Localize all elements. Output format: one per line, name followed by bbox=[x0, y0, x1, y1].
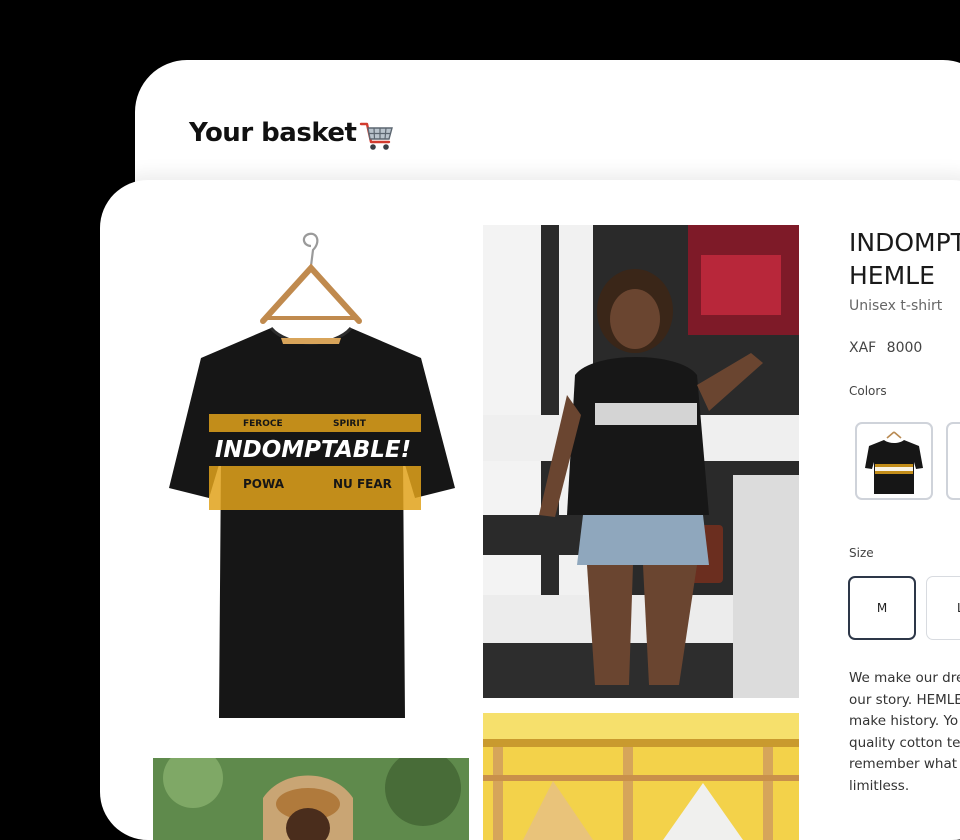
shirt-print-text: INDOMPTABLE! bbox=[215, 437, 411, 463]
product-image-market[interactable] bbox=[483, 713, 799, 840]
svg-text:FEROCE: FEROCE bbox=[243, 419, 283, 429]
svg-text:POWA: POWA bbox=[243, 477, 285, 491]
product-subtitle: Unisex t-shirt bbox=[849, 298, 943, 314]
svg-text:NU FEAR: NU FEAR bbox=[333, 477, 392, 491]
product-image-model[interactable] bbox=[483, 225, 799, 698]
size-label: Size bbox=[849, 546, 874, 560]
color-swatch-black[interactable] bbox=[855, 422, 933, 500]
shopping-cart-icon[interactable] bbox=[359, 118, 395, 154]
product-description: We make our dre our story. HEMLE make hi… bbox=[849, 670, 960, 794]
size-option-l[interactable]: L bbox=[926, 576, 960, 640]
product-card: INDOMPTABLE! POWA NU FEAR FEROCE SPIRIT bbox=[100, 180, 960, 840]
basket-title: Your basket bbox=[189, 118, 357, 148]
size-option-m[interactable]: M bbox=[848, 576, 916, 640]
product-image-outdoor[interactable] bbox=[153, 758, 469, 840]
product-image-hanger[interactable]: INDOMPTABLE! POWA NU FEAR FEROCE SPIRIT bbox=[153, 226, 469, 726]
svg-text:SPIRIT: SPIRIT bbox=[333, 419, 367, 429]
product-title: INDOMPT HEMLE bbox=[849, 228, 960, 290]
product-info-panel: INDOMPT HEMLE Unisex t-shirt XAF 8000 bbox=[849, 226, 960, 356]
product-price: XAF 8000 bbox=[849, 340, 923, 356]
colors-label: Colors bbox=[849, 384, 887, 398]
color-swatch-alt[interactable] bbox=[946, 422, 960, 500]
